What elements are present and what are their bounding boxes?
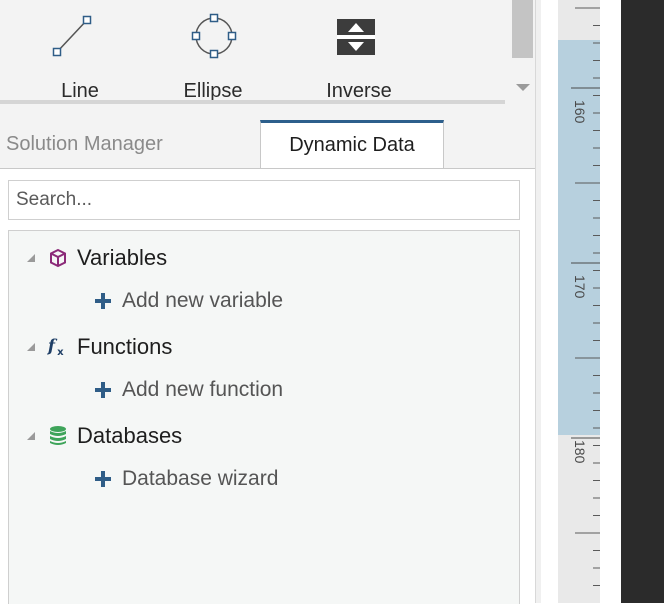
canvas-edge (621, 0, 664, 603)
plus-icon (95, 471, 111, 487)
add-new-variable-button[interactable]: Add new variable (94, 281, 283, 321)
tab-solution-manager[interactable]: Solution Manager (0, 120, 258, 168)
expand-caret-icon[interactable] (27, 432, 35, 440)
tree-child-label: Add new function (122, 378, 284, 401)
database-icon (47, 425, 69, 447)
tab-dynamic-data[interactable]: Dynamic Data (260, 120, 444, 168)
line-tool-button[interactable]: Line (25, 0, 135, 104)
tree-node-label: Databases (77, 423, 183, 448)
fx-icon: f x (47, 336, 69, 358)
toolbar-scrollbar[interactable] (505, 0, 535, 104)
vertical-ruler: 160 170 180 (541, 0, 621, 603)
scroll-down-arrow-icon[interactable] (516, 84, 530, 91)
ellipse-icon (158, 8, 268, 64)
tree-node-label: Functions (77, 334, 173, 359)
svg-text:x: x (57, 347, 64, 358)
inverse-tool-button[interactable]: Inverse (304, 0, 414, 104)
expand-caret-icon[interactable] (27, 343, 35, 351)
line-icon (25, 8, 135, 64)
inverse-icon (304, 8, 414, 64)
tree-node-databases[interactable]: Databases (9, 416, 182, 456)
ellipse-tool-button[interactable]: Ellipse (158, 0, 268, 104)
tree-node-functions[interactable]: f x Functions (9, 327, 172, 367)
dynamic-data-panel: Variables Add new variable f x Functions (0, 168, 535, 604)
add-new-function-button[interactable]: Add new function (94, 370, 283, 410)
tree-node-label: Variables (77, 245, 168, 270)
database-wizard-button[interactable]: Database wizard (94, 459, 278, 499)
dynamic-data-tree: Variables Add new variable f x Functions (8, 230, 520, 604)
toolbar-scroll-thumb[interactable] (512, 0, 533, 58)
ruler-ticks (571, 7, 600, 586)
panel-tabs: Solution Manager Dynamic Data (0, 104, 535, 168)
plus-icon (95, 382, 111, 398)
tree-child-label: Database wizard (122, 467, 279, 490)
tree-child-label: Add new variable (122, 289, 284, 312)
search-input[interactable] (8, 180, 520, 220)
plus-icon (95, 293, 111, 309)
cube-icon (47, 247, 69, 269)
drawing-toolbar: Line Ellipse Inverse (0, 0, 505, 104)
tree-node-variables[interactable]: Variables (9, 238, 167, 278)
expand-caret-icon[interactable] (27, 254, 35, 262)
